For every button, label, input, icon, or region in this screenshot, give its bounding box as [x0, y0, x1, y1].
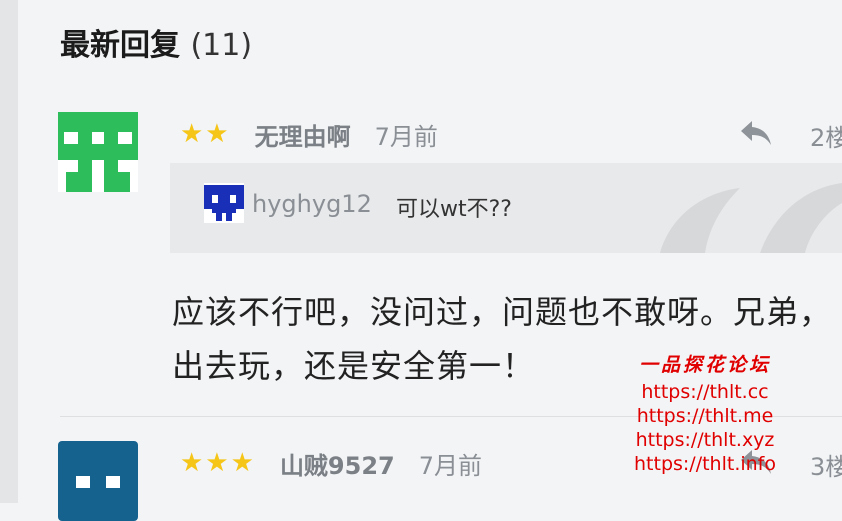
post-username[interactable]: 无理由啊 — [255, 117, 351, 152]
watermark-link: https://thlt.cc — [641, 381, 769, 403]
user-avatar-identicon[interactable] — [58, 441, 138, 521]
post-time: 7月前 — [374, 122, 438, 151]
floor-number: 2楼 — [810, 124, 842, 152]
post-meta: ★★★ 山贼9527 7月前 — [180, 445, 482, 481]
post-meta: ★★ 无理由啊 7月前 — [180, 116, 438, 152]
post-time: 7月前 — [418, 451, 483, 480]
rating-stars: ★★★ — [180, 448, 256, 478]
quote-mark-decoration — [660, 183, 842, 253]
reply-arrow-icon[interactable] — [738, 118, 774, 148]
floor-number: 3楼 — [810, 453, 842, 481]
quoted-user-avatar[interactable] — [204, 183, 244, 223]
user-avatar-identicon[interactable] — [58, 112, 138, 192]
quoted-username[interactable]: hyghyg12 — [252, 190, 372, 218]
section-title: 最新回复 (11) — [60, 20, 252, 64]
watermark-title: 一品探花论坛 — [638, 354, 771, 376]
post-username[interactable]: 山贼9527 — [280, 446, 395, 481]
watermark-link: https://thlt.xyz — [635, 429, 775, 451]
left-edge-strip — [0, 0, 18, 503]
watermark-link: https://thlt.me — [636, 405, 774, 427]
quoted-text: 可以wt不?? — [396, 197, 512, 222]
section-title-text: 最新回复 — [60, 28, 180, 63]
rating-stars: ★★ — [180, 119, 231, 149]
quoted-reply: hyghyg12 可以wt不?? — [170, 163, 842, 253]
watermark-link: https://thlt.info — [634, 453, 776, 475]
reply-count: (11) — [190, 28, 253, 63]
forum-watermark: 一品探花论坛 https://thlt.cc https://thlt.me h… — [620, 350, 790, 476]
